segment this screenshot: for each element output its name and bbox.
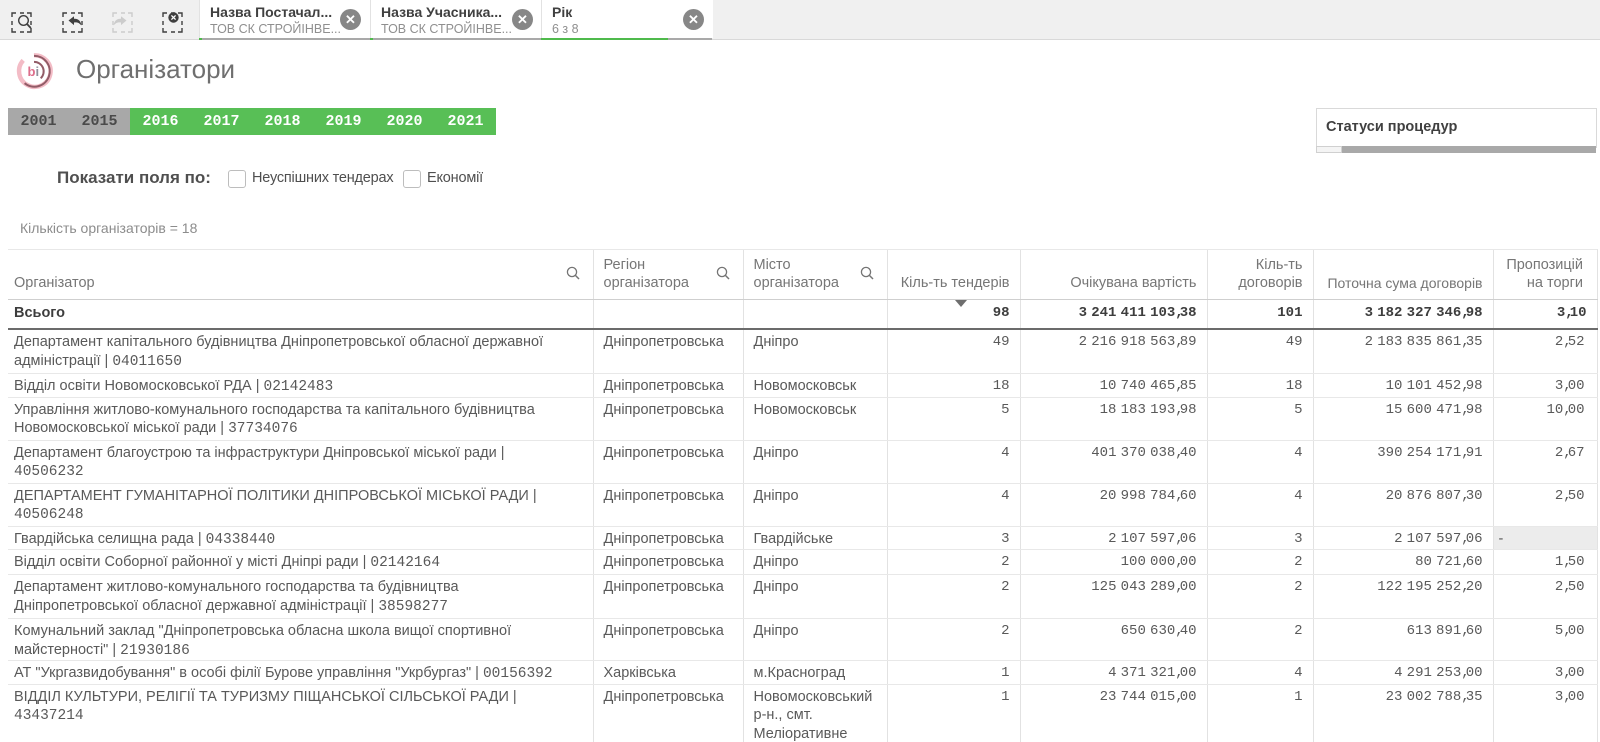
svg-text:b: b — [28, 64, 36, 79]
svg-text:і: і — [36, 64, 40, 79]
